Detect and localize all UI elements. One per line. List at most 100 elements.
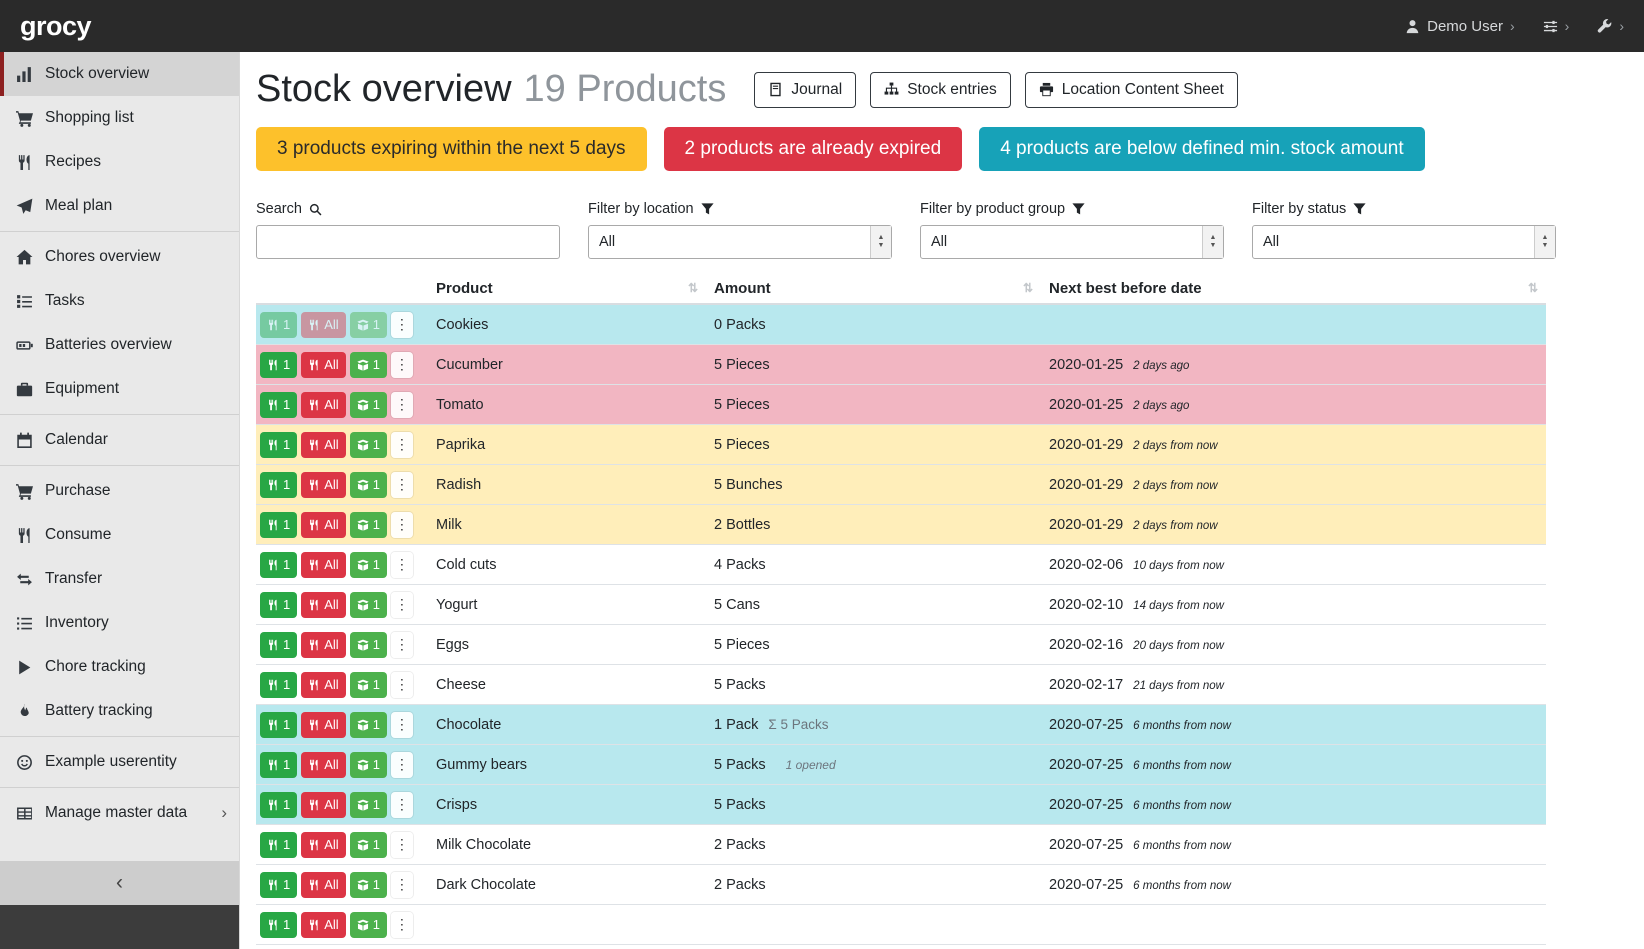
sidebar-item-equipment[interactable]: Equipment — [0, 367, 239, 411]
journal-button[interactable]: Journal — [754, 72, 856, 108]
row-more-button[interactable]: ⋮ — [391, 632, 413, 658]
product-group-filter-select[interactable]: All ▲▼ — [920, 225, 1224, 259]
row-more-button[interactable]: ⋮ — [391, 512, 413, 538]
consume-all-button[interactable]: All — [301, 912, 345, 938]
location-filter-select[interactable]: All ▲▼ — [588, 225, 892, 259]
row-more-button[interactable]: ⋮ — [391, 352, 413, 378]
open-one-button[interactable]: 1 — [350, 472, 387, 498]
consume-all-button[interactable]: All — [301, 712, 345, 738]
sidebar-item-transfer[interactable]: Transfer — [0, 557, 239, 601]
expired-banner[interactable]: 2 products are already expired — [664, 127, 963, 171]
sidebar-item-chores-overview[interactable]: Chores overview — [0, 235, 239, 279]
sidebar-item-shopping-list[interactable]: Shopping list — [0, 96, 239, 140]
open-one-button[interactable]: 1 — [350, 792, 387, 818]
consume-one-button[interactable]: 1 — [260, 392, 297, 418]
open-one-button[interactable]: 1 — [350, 672, 387, 698]
consume-one-button[interactable]: 1 — [260, 312, 297, 338]
open-one-button[interactable]: 1 — [350, 872, 387, 898]
consume-one-button[interactable]: 1 — [260, 792, 297, 818]
consume-all-button[interactable]: All — [301, 392, 345, 418]
consume-all-button[interactable]: All — [301, 312, 345, 338]
row-more-button[interactable]: ⋮ — [391, 752, 413, 778]
consume-one-button[interactable]: 1 — [260, 832, 297, 858]
consume-one-button[interactable]: 1 — [260, 472, 297, 498]
sidebar-collapse-button[interactable]: ‹ — [0, 861, 239, 905]
consume-all-button[interactable]: All — [301, 832, 345, 858]
consume-all-button[interactable]: All — [301, 552, 345, 578]
consume-all-button[interactable]: All — [301, 352, 345, 378]
product-amount: 2 Packs — [706, 877, 1041, 893]
sidebar-item-inventory[interactable]: Inventory — [0, 601, 239, 645]
open-one-button[interactable]: 1 — [350, 552, 387, 578]
consume-one-button[interactable]: 1 — [260, 512, 297, 538]
location-content-sheet-button[interactable]: Location Content Sheet — [1025, 72, 1238, 108]
row-more-button[interactable]: ⋮ — [391, 472, 413, 498]
row-more-button[interactable]: ⋮ — [391, 432, 413, 458]
sidebar-item-consume[interactable]: Consume — [0, 513, 239, 557]
open-one-button[interactable]: 1 — [350, 312, 387, 338]
below-min-stock-banner[interactable]: 4 products are below defined min. stock … — [979, 127, 1424, 171]
row-more-button[interactable]: ⋮ — [391, 912, 413, 938]
row-more-button[interactable]: ⋮ — [391, 792, 413, 818]
row-more-button[interactable]: ⋮ — [391, 312, 413, 338]
sidebar-item-battery-tracking[interactable]: Battery tracking — [0, 689, 239, 733]
consume-all-button[interactable]: All — [301, 672, 345, 698]
sidebar-item-calendar[interactable]: Calendar — [0, 418, 239, 462]
sort-icon[interactable]: ⇅ — [688, 281, 698, 295]
open-one-button[interactable]: 1 — [350, 352, 387, 378]
row-more-button[interactable]: ⋮ — [391, 592, 413, 618]
consume-one-button[interactable]: 1 — [260, 432, 297, 458]
settings-menu[interactable]: › — [1543, 18, 1570, 34]
sidebar-item-batteries-overview[interactable]: Batteries overview — [0, 323, 239, 367]
consume-one-button[interactable]: 1 — [260, 552, 297, 578]
sidebar-item-chore-tracking[interactable]: Chore tracking — [0, 645, 239, 689]
consume-one-button[interactable]: 1 — [260, 632, 297, 658]
consume-one-button[interactable]: 1 — [260, 592, 297, 618]
consume-one-button[interactable]: 1 — [260, 712, 297, 738]
consume-one-button[interactable]: 1 — [260, 912, 297, 938]
open-one-button[interactable]: 1 — [350, 712, 387, 738]
open-one-button[interactable]: 1 — [350, 392, 387, 418]
admin-menu[interactable]: › — [1597, 18, 1624, 34]
sidebar-item-recipes[interactable]: Recipes — [0, 140, 239, 184]
row-more-button[interactable]: ⋮ — [391, 672, 413, 698]
sidebar-item-example-userentity[interactable]: Example userentity — [0, 740, 239, 784]
consume-all-button[interactable]: All — [301, 632, 345, 658]
sidebar-item-manage-master-data[interactable]: Manage master data › — [0, 791, 239, 835]
consume-one-button[interactable]: 1 — [260, 672, 297, 698]
user-menu[interactable]: Demo User › — [1405, 18, 1515, 35]
consume-all-button[interactable]: All — [301, 872, 345, 898]
open-one-button[interactable]: 1 — [350, 632, 387, 658]
consume-one-button[interactable]: 1 — [260, 872, 297, 898]
app-logo[interactable]: grocy — [20, 11, 91, 42]
open-one-button[interactable]: 1 — [350, 432, 387, 458]
consume-all-button[interactable]: All — [301, 472, 345, 498]
row-more-button[interactable]: ⋮ — [391, 552, 413, 578]
sidebar-item-purchase[interactable]: Purchase — [0, 469, 239, 513]
sidebar-item-stock-overview[interactable]: Stock overview — [0, 52, 239, 96]
row-more-button[interactable]: ⋮ — [391, 712, 413, 738]
consume-all-button[interactable]: All — [301, 512, 345, 538]
sidebar-item-tasks[interactable]: Tasks — [0, 279, 239, 323]
sort-icon[interactable]: ⇅ — [1528, 281, 1538, 295]
row-more-button[interactable]: ⋮ — [391, 392, 413, 418]
row-more-button[interactable]: ⋮ — [391, 832, 413, 858]
open-one-button[interactable]: 1 — [350, 592, 387, 618]
sidebar-item-meal-plan[interactable]: Meal plan — [0, 184, 239, 228]
status-filter-select[interactable]: All ▲▼ — [1252, 225, 1556, 259]
open-one-button[interactable]: 1 — [350, 512, 387, 538]
consume-one-button[interactable]: 1 — [260, 352, 297, 378]
open-one-button[interactable]: 1 — [350, 832, 387, 858]
row-more-button[interactable]: ⋮ — [391, 872, 413, 898]
sort-icon[interactable]: ⇅ — [1023, 281, 1033, 295]
stock-entries-button[interactable]: Stock entries — [870, 72, 1011, 108]
consume-one-button[interactable]: 1 — [260, 752, 297, 778]
open-one-button[interactable]: 1 — [350, 912, 387, 938]
open-one-button[interactable]: 1 — [350, 752, 387, 778]
consume-all-button[interactable]: All — [301, 432, 345, 458]
expiring-banner[interactable]: 3 products expiring within the next 5 da… — [256, 127, 647, 171]
consume-all-button[interactable]: All — [301, 792, 345, 818]
search-input[interactable] — [256, 225, 560, 259]
consume-all-button[interactable]: All — [301, 752, 345, 778]
consume-all-button[interactable]: All — [301, 592, 345, 618]
